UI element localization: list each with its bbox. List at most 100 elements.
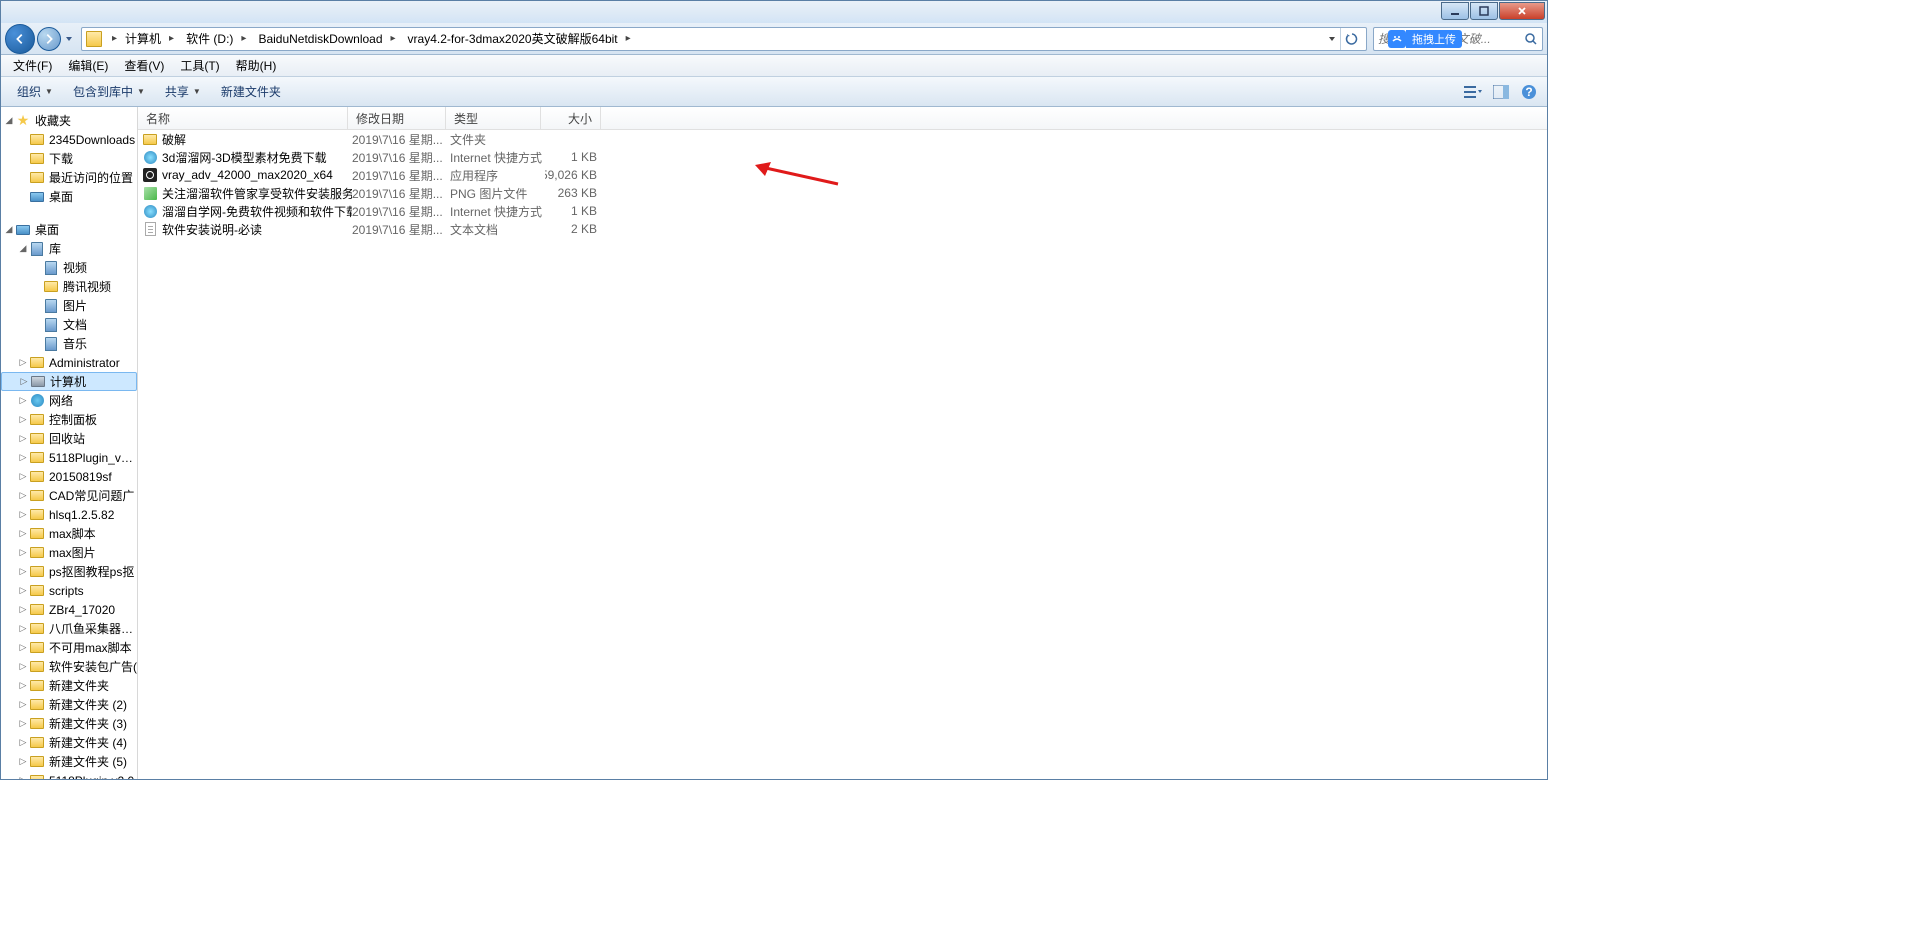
tree-item[interactable]: ◢桌面 [1, 220, 137, 239]
tree-item[interactable]: ▷回收站 [1, 429, 137, 448]
expand-icon[interactable]: ▷ [17, 623, 29, 635]
baidu-icon[interactable] [1388, 30, 1406, 48]
expand-icon[interactable]: ▷ [17, 433, 29, 445]
column-header-date[interactable]: 修改日期 [348, 107, 446, 129]
expand-icon[interactable] [31, 262, 43, 274]
expand-icon[interactable]: ▷ [17, 775, 29, 780]
file-row[interactable]: 破解2019\7\16 星期...文件夹 [138, 130, 1547, 148]
tree-item[interactable]: ▷20150819sf [1, 467, 137, 486]
breadcrumb-folder-1[interactable]: BaiduNetdiskDownload▸ [252, 28, 401, 50]
tree-item[interactable]: ▷新建文件夹 (4) [1, 733, 137, 752]
file-list[interactable]: 破解2019\7\16 星期...文件夹3d溜溜网-3D模型素材免费下载2019… [138, 130, 1547, 779]
expand-icon[interactable] [31, 319, 43, 331]
column-header-type[interactable]: 类型 [446, 107, 541, 129]
menu-help[interactable]: 帮助(H) [228, 55, 285, 76]
expand-icon[interactable] [17, 172, 29, 184]
tree-item[interactable]: 下载 [1, 149, 137, 168]
expand-icon[interactable]: ▷ [17, 680, 29, 692]
refresh-button[interactable] [1340, 28, 1362, 50]
tree-item[interactable]: 2345Downloads [1, 130, 137, 149]
share-button[interactable]: 共享▼ [155, 80, 211, 103]
expand-icon[interactable]: ◢ [3, 224, 15, 236]
forward-button[interactable] [37, 27, 61, 51]
file-row[interactable]: 3d溜溜网-3D模型素材免费下载2019\7\16 星期...Internet … [138, 148, 1547, 166]
view-mode-button[interactable] [1461, 80, 1485, 104]
breadcrumb-folder-2[interactable]: vray4.2-for-3dmax2020英文破解版64bit▸ [402, 28, 637, 50]
expand-icon[interactable] [31, 338, 43, 350]
file-row[interactable]: 关注溜溜软件管家享受软件安装服务2019\7\16 星期...PNG 图片文件2… [138, 184, 1547, 202]
expand-icon[interactable] [17, 153, 29, 165]
expand-icon[interactable]: ▷ [17, 509, 29, 521]
search-box[interactable]: 拖拽上传 [1373, 27, 1543, 51]
navigation-pane[interactable]: ◢★收藏夹2345Downloads下载最近访问的位置桌面◢桌面◢库视频腾讯视频… [1, 107, 138, 779]
file-row[interactable]: 软件安装说明-必读2019\7\16 星期...文本文档2 KB [138, 220, 1547, 238]
menu-view[interactable]: 查看(V) [116, 55, 172, 76]
expand-icon[interactable]: ▷ [17, 357, 29, 369]
expand-icon[interactable]: ▷ [17, 566, 29, 578]
tree-item[interactable]: ▷5118Plugin v2.0 [1, 771, 137, 779]
breadcrumb-computer[interactable]: ▸计算机▸ [106, 28, 180, 50]
tree-item[interactable]: ▷max脚本 [1, 524, 137, 543]
expand-icon[interactable]: ▷ [17, 452, 29, 464]
expand-icon[interactable] [31, 300, 43, 312]
menu-file[interactable]: 文件(F) [5, 55, 60, 76]
file-row[interactable]: vray_adv_42000_max2020_x642019\7\16 星期..… [138, 166, 1547, 184]
tree-item[interactable]: ▷不可用max脚本 [1, 638, 137, 657]
tree-item[interactable]: ▷新建文件夹 (2) [1, 695, 137, 714]
tree-item[interactable]: ▷max图片 [1, 543, 137, 562]
breadcrumb-drive[interactable]: 软件 (D:)▸ [180, 28, 252, 50]
tree-item[interactable]: 桌面 [1, 187, 137, 206]
expand-icon[interactable]: ▷ [18, 376, 30, 388]
expand-icon[interactable] [17, 134, 29, 146]
include-in-library-button[interactable]: 包含到库中▼ [63, 80, 155, 103]
tree-item[interactable]: 视频 [1, 258, 137, 277]
close-button[interactable] [1499, 2, 1545, 20]
expand-icon[interactable] [17, 191, 29, 203]
expand-icon[interactable]: ▷ [17, 471, 29, 483]
tree-item[interactable]: 腾讯视频 [1, 277, 137, 296]
tree-item[interactable]: 图片 [1, 296, 137, 315]
expand-icon[interactable]: ▷ [17, 395, 29, 407]
tree-item[interactable]: 最近访问的位置 [1, 168, 137, 187]
tree-item[interactable]: ▷网络 [1, 391, 137, 410]
preview-pane-button[interactable] [1489, 80, 1513, 104]
column-header-name[interactable]: 名称 [138, 107, 348, 129]
expand-icon[interactable]: ◢ [3, 115, 15, 127]
expand-icon[interactable]: ▷ [17, 642, 29, 654]
expand-icon[interactable]: ▷ [17, 699, 29, 711]
tree-item[interactable]: ▷软件安装包广告( [1, 657, 137, 676]
expand-icon[interactable]: ◢ [17, 243, 29, 255]
tree-item[interactable]: ◢库 [1, 239, 137, 258]
tree-item[interactable]: ▷CAD常见问题广 [1, 486, 137, 505]
address-bar[interactable]: ▸计算机▸ 软件 (D:)▸ BaiduNetdiskDownload▸ vra… [81, 27, 1367, 51]
expand-icon[interactable]: ▷ [17, 528, 29, 540]
organize-button[interactable]: 组织▼ [7, 80, 63, 103]
tree-item[interactable]: ▷新建文件夹 [1, 676, 137, 695]
tree-item[interactable]: 文档 [1, 315, 137, 334]
search-icon[interactable] [1523, 31, 1538, 47]
expand-icon[interactable]: ▷ [17, 718, 29, 730]
tree-item[interactable]: ▷hlsq1.2.5.82 [1, 505, 137, 524]
help-button[interactable]: ? [1517, 80, 1541, 104]
expand-icon[interactable]: ▷ [17, 490, 29, 502]
tree-item[interactable]: ▷scripts [1, 581, 137, 600]
expand-icon[interactable]: ▷ [17, 756, 29, 768]
expand-icon[interactable] [31, 281, 43, 293]
baidu-upload-button[interactable]: 拖拽上传 [1406, 30, 1462, 48]
tree-item[interactable]: ▷Administrator [1, 353, 137, 372]
file-row[interactable]: 溜溜自学网-免费软件视频和软件下载网站2019\7\16 星期...Intern… [138, 202, 1547, 220]
expand-icon[interactable]: ▷ [17, 604, 29, 616]
column-header-size[interactable]: 大小 [541, 107, 601, 129]
minimize-button[interactable] [1441, 2, 1469, 20]
expand-icon[interactable]: ▷ [17, 414, 29, 426]
menu-tools[interactable]: 工具(T) [172, 55, 227, 76]
tree-item[interactable]: ▷八爪鱼采集器V7. [1, 619, 137, 638]
menu-edit[interactable]: 编辑(E) [60, 55, 116, 76]
address-dropdown[interactable] [1324, 28, 1340, 50]
tree-item[interactable]: ▷ps抠图教程ps抠 [1, 562, 137, 581]
expand-icon[interactable]: ▷ [17, 547, 29, 559]
new-folder-button[interactable]: 新建文件夹 [211, 80, 291, 103]
tree-item[interactable]: ▷计算机 [1, 372, 137, 391]
back-button[interactable] [5, 24, 35, 54]
tree-item[interactable]: ▷控制面板 [1, 410, 137, 429]
